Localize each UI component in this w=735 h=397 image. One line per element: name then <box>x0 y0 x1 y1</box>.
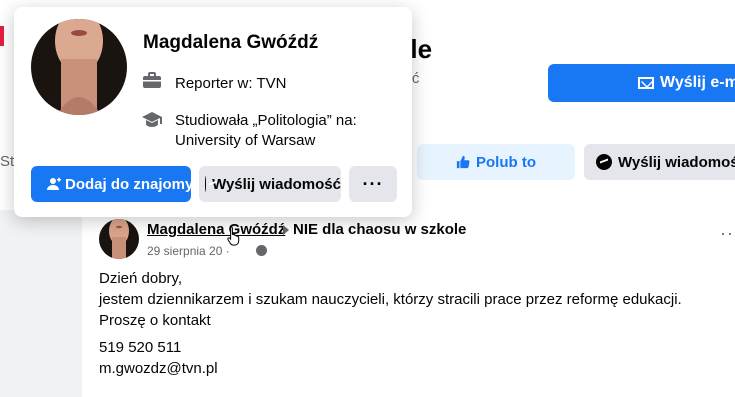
profile-hover-card: Magdalena Gwóźdź Reporter w: TVN Studiow… <box>14 7 412 217</box>
post-author-avatar[interactable] <box>99 219 139 259</box>
hover-card-name[interactable]: Magdalena Gwóźdź <box>143 32 318 54</box>
more-options-button[interactable]: ··· <box>349 166 397 202</box>
globe-icon <box>256 245 267 256</box>
send-message-label: Wyślij wiadomość <box>212 175 341 193</box>
post-timestamp[interactable]: 29 sierpnia 20 · <box>147 244 230 258</box>
messenger-icon <box>205 176 207 192</box>
caret-right-icon <box>283 225 289 235</box>
post-email: m.gwozdz@tvn.pl <box>99 360 218 377</box>
briefcase-icon <box>143 72 161 88</box>
work-prefix: Reporter w: <box>175 75 257 92</box>
add-friend-button[interactable]: Dodaj do znajomych <box>31 166 191 202</box>
post-phone: 519 520 511 <box>99 339 182 356</box>
post-group-link[interactable]: NIE dla chaosu w szkole <box>293 221 466 238</box>
post-author-link[interactable]: Magdalena Gwóźdź <box>147 221 285 238</box>
messenger-icon <box>596 154 612 170</box>
send-email-button[interactable]: Wyślij e-m <box>548 64 735 102</box>
page-message-button[interactable]: Wyślij wiadomość <box>584 144 735 180</box>
add-friend-label: Dodaj do znajomych <box>65 175 191 193</box>
avatar-image <box>31 19 127 115</box>
post-line: Proszę o kontakt <box>99 312 211 329</box>
hover-card-work: Reporter w: TVN <box>175 74 286 94</box>
more-dots-icon: ··· <box>362 173 384 194</box>
hover-card-education: Studiowała „Politologia” na: University … <box>175 111 357 151</box>
graduation-cap-icon <box>142 112 162 127</box>
like-page-label: Polub to <box>476 153 536 171</box>
post-more-icon[interactable]: ··· <box>720 224 735 242</box>
envelope-icon <box>638 77 654 89</box>
hand-cursor-icon <box>227 226 240 246</box>
send-email-label: Wyślij e-m <box>660 74 735 91</box>
send-message-button[interactable]: Wyślij wiadomość <box>199 166 341 202</box>
hover-card-avatar[interactable] <box>31 19 127 115</box>
post-date-text: 29 sierpnia 20 <box>147 244 223 258</box>
add-friend-icon <box>47 177 61 190</box>
education-line: Studiowała „Politologia” na: <box>175 112 357 129</box>
left-tab-label[interactable]: St <box>0 153 14 170</box>
logo-mark <box>0 26 4 46</box>
thumbs-up-icon <box>456 155 470 169</box>
post-line: jestem dziennikarzem i szukam nauczyciel… <box>99 291 682 308</box>
like-page-button[interactable]: Polub to <box>417 144 575 180</box>
post-card: Magdalena Gwóźdź NIE dla chaosu w szkole… <box>82 206 735 397</box>
post-contact: 519 520 511 m.gwozdz@tvn.pl <box>99 337 218 379</box>
post-line: Dzień dobry, <box>99 270 183 287</box>
work-place-link[interactable]: TVN <box>256 75 286 92</box>
post-body: Dzień dobry, jestem dziennikarzem i szuk… <box>99 268 682 331</box>
education-school-link[interactable]: University of Warsaw <box>175 131 357 151</box>
page-message-label: Wyślij wiadomość <box>618 153 735 171</box>
avatar-image <box>99 219 139 259</box>
